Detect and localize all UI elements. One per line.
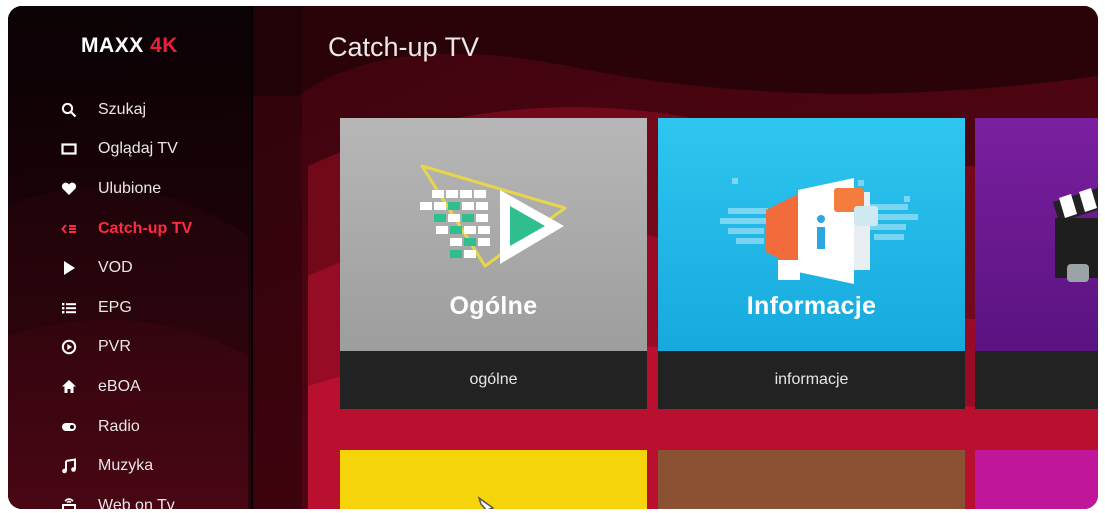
sidebar-item-label: eBOA bbox=[98, 377, 141, 395]
sidebar-item-epg[interactable]: EPG bbox=[8, 288, 251, 328]
list-icon bbox=[60, 299, 78, 317]
sidebar-item-label: EPG bbox=[98, 298, 132, 316]
sidebar-item-label: Radio bbox=[98, 417, 140, 435]
sidebar-item-catch-up-tv[interactable]: Catch-up TV bbox=[8, 209, 251, 249]
category-card-3[interactable] bbox=[975, 118, 1098, 409]
sidebar-item-label: Muzyka bbox=[98, 457, 154, 475]
catchup-icon bbox=[60, 220, 78, 238]
sidebar-item-web-on-tv[interactable]: Web on Tv bbox=[8, 486, 251, 509]
card-thumbnail: Ogólne bbox=[340, 118, 647, 351]
heart-icon bbox=[60, 180, 78, 198]
card-thumbnail bbox=[975, 118, 1098, 351]
sidebar-item-muzyka[interactable]: Muzyka bbox=[8, 446, 251, 486]
category-card-row2-3[interactable] bbox=[975, 450, 1098, 509]
sidebar-item-szukaj[interactable]: Szukaj bbox=[8, 90, 251, 130]
clapperboard-icon bbox=[1053, 188, 1098, 282]
sidebar-item-label: Web on Tv bbox=[98, 496, 175, 509]
content-edge-strip bbox=[253, 6, 302, 509]
logo-text-4k: 4K bbox=[150, 34, 178, 57]
card-thumbnail-title: Ogólne bbox=[449, 292, 538, 320]
sidebar-item-radio[interactable]: Radio bbox=[8, 407, 251, 447]
sidebar-nav: Szukaj Oglądaj TV Ulubione Catch-up TV V… bbox=[8, 90, 251, 509]
sidebar: MAXX 4K Szukaj Oglądaj TV Ulubione Catch… bbox=[8, 6, 251, 509]
sidebar-item-vod[interactable]: VOD bbox=[8, 248, 251, 288]
card-caption bbox=[975, 351, 1098, 409]
category-card-row2-2[interactable] bbox=[658, 450, 965, 509]
web-tv-icon bbox=[60, 497, 78, 509]
sidebar-item-label: Oglądaj TV bbox=[98, 140, 178, 158]
tv-icon bbox=[60, 140, 78, 158]
radio-icon bbox=[60, 418, 78, 436]
category-card-row2-1[interactable] bbox=[340, 450, 647, 509]
sidebar-item-ulubione[interactable]: Ulubione bbox=[8, 169, 251, 209]
sidebar-item-label: PVR bbox=[98, 338, 131, 356]
card-thumbnail-title: Informacje bbox=[746, 292, 877, 320]
search-icon bbox=[60, 101, 78, 119]
sidebar-item-eboa[interactable]: eBOA bbox=[8, 367, 251, 407]
play-icon bbox=[60, 259, 78, 277]
card-caption: ogólne bbox=[340, 351, 647, 409]
category-card-informacje[interactable]: Informacje informacje bbox=[658, 118, 965, 409]
sidebar-item-label: Szukaj bbox=[98, 100, 147, 118]
app-logo: MAXX 4K bbox=[8, 34, 251, 58]
sidebar-item-ogladaj-tv[interactable]: Oglądaj TV bbox=[8, 130, 251, 170]
app-window: MAXX 4K Szukaj Oglądaj TV Ulubione Catch… bbox=[8, 6, 1098, 509]
logo-text-maxx: MAXX bbox=[81, 34, 144, 57]
sidebar-item-label: VOD bbox=[98, 259, 133, 277]
music-note-icon bbox=[60, 457, 78, 475]
card-thumbnail: Informacje bbox=[658, 118, 965, 351]
category-card-ogolne[interactable]: Ogólne ogólne bbox=[340, 118, 647, 409]
record-icon bbox=[60, 338, 78, 356]
cursor-hand-icon bbox=[477, 496, 495, 509]
card-caption: informacje bbox=[658, 351, 965, 409]
sidebar-item-pvr[interactable]: PVR bbox=[8, 328, 251, 368]
page-title: Catch-up TV bbox=[328, 32, 480, 62]
sidebar-item-label: Catch-up TV bbox=[98, 219, 193, 237]
home-icon bbox=[60, 378, 78, 396]
sidebar-item-label: Ulubione bbox=[98, 179, 162, 197]
